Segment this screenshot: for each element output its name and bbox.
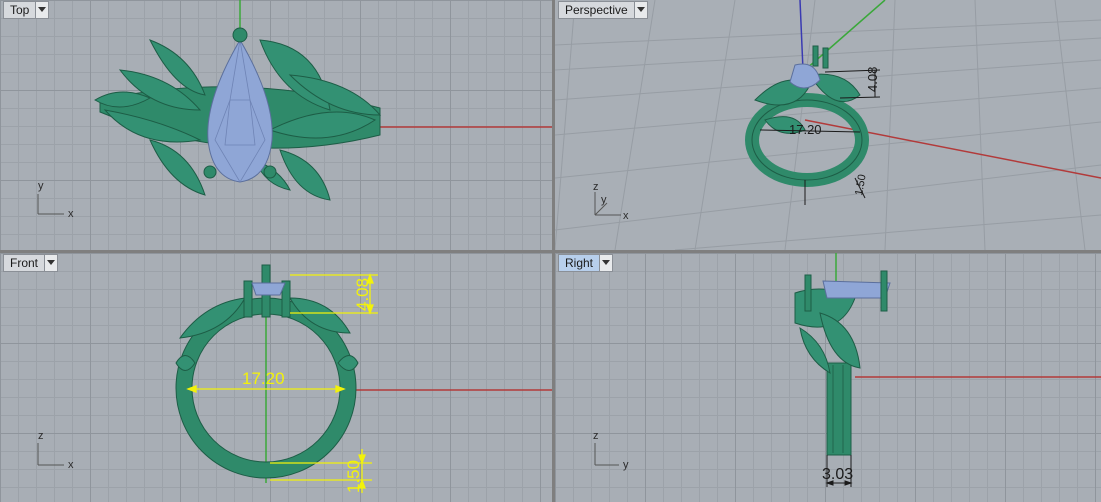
top-scene: y x (37, 0, 552, 220)
axis-gizmo-right: z y (593, 430, 629, 471)
viewport-title-right[interactable]: Right (559, 255, 600, 271)
viewport-perspective[interactable]: Perspective 4.08 17.20 1.50 z y x (555, 0, 1101, 250)
prong-right (880, 270, 888, 312)
pear-gemstone (207, 39, 273, 183)
axis-label-y: y (38, 180, 44, 192)
prong (812, 45, 819, 67)
viewport-tab-perspective[interactable]: Perspective (558, 1, 648, 19)
viewport-tab-top[interactable]: Top (3, 1, 50, 19)
right-scene: 3.03 z y (593, 253, 1101, 487)
viewport-front[interactable]: Front 4.08 17.20 1.50 z x (0, 253, 552, 502)
dimension-height-label: 4.08 (353, 278, 372, 311)
prong-top (232, 27, 248, 43)
axis-label-x: x (623, 210, 629, 222)
dimension-width-label: 3.03 (822, 466, 853, 483)
ring-shank-edge (751, 99, 863, 181)
z-axis-line (799, 0, 804, 71)
prong-left (804, 274, 812, 312)
prong-left (243, 280, 253, 318)
viewport-right[interactable]: Right 3.03 z y (555, 253, 1101, 502)
viewport-top[interactable]: Top y x (0, 0, 552, 250)
axis-label-y: y (601, 194, 607, 206)
axis-label-x: x (68, 208, 74, 220)
dimension-band-label: 1.50 (344, 460, 363, 493)
axis-gizmo-front: z x (37, 430, 74, 471)
prong-bottom-left (203, 165, 217, 179)
front-scene: 4.08 17.20 1.50 z x (37, 264, 552, 493)
axis-label-y: y (623, 459, 629, 471)
viewport-tab-front[interactable]: Front (3, 254, 59, 272)
axis-label-z: z (593, 430, 599, 442)
ring-shank-side (826, 362, 852, 456)
axis-label-z: z (593, 181, 599, 193)
perspective-scene: 4.08 17.20 1.50 z y x (555, 0, 1101, 250)
chevron-down-icon[interactable] (633, 2, 647, 18)
axis-gizmo-perspective: z y x (593, 181, 629, 222)
viewport-tab-right[interactable]: Right (558, 254, 614, 272)
axis-label-x: x (68, 459, 74, 471)
dimension-diameter-label: 17.20 (789, 122, 822, 137)
chevron-down-icon[interactable] (35, 2, 49, 18)
axis-label-z: z (38, 430, 44, 442)
prong-bottom-right (263, 165, 277, 179)
gem-top (251, 282, 286, 296)
viewport-layout: Top y x Perspective 4.08 17.20 1.50 z y … (0, 0, 1101, 502)
chevron-down-icon[interactable] (599, 255, 613, 271)
dimension-height-label: 4.08 (865, 67, 880, 92)
dimension-diameter-label: 17.20 (242, 369, 285, 388)
gem-side (822, 280, 891, 299)
chevron-down-icon[interactable] (44, 255, 58, 271)
prong (822, 47, 829, 69)
viewport-title-top[interactable]: Top (4, 2, 35, 18)
viewport-title-front[interactable]: Front (4, 255, 44, 271)
pear-gemstone (789, 63, 821, 89)
viewport-title-perspective[interactable]: Perspective (559, 2, 634, 18)
axis-gizmo-top: y x (37, 180, 74, 220)
